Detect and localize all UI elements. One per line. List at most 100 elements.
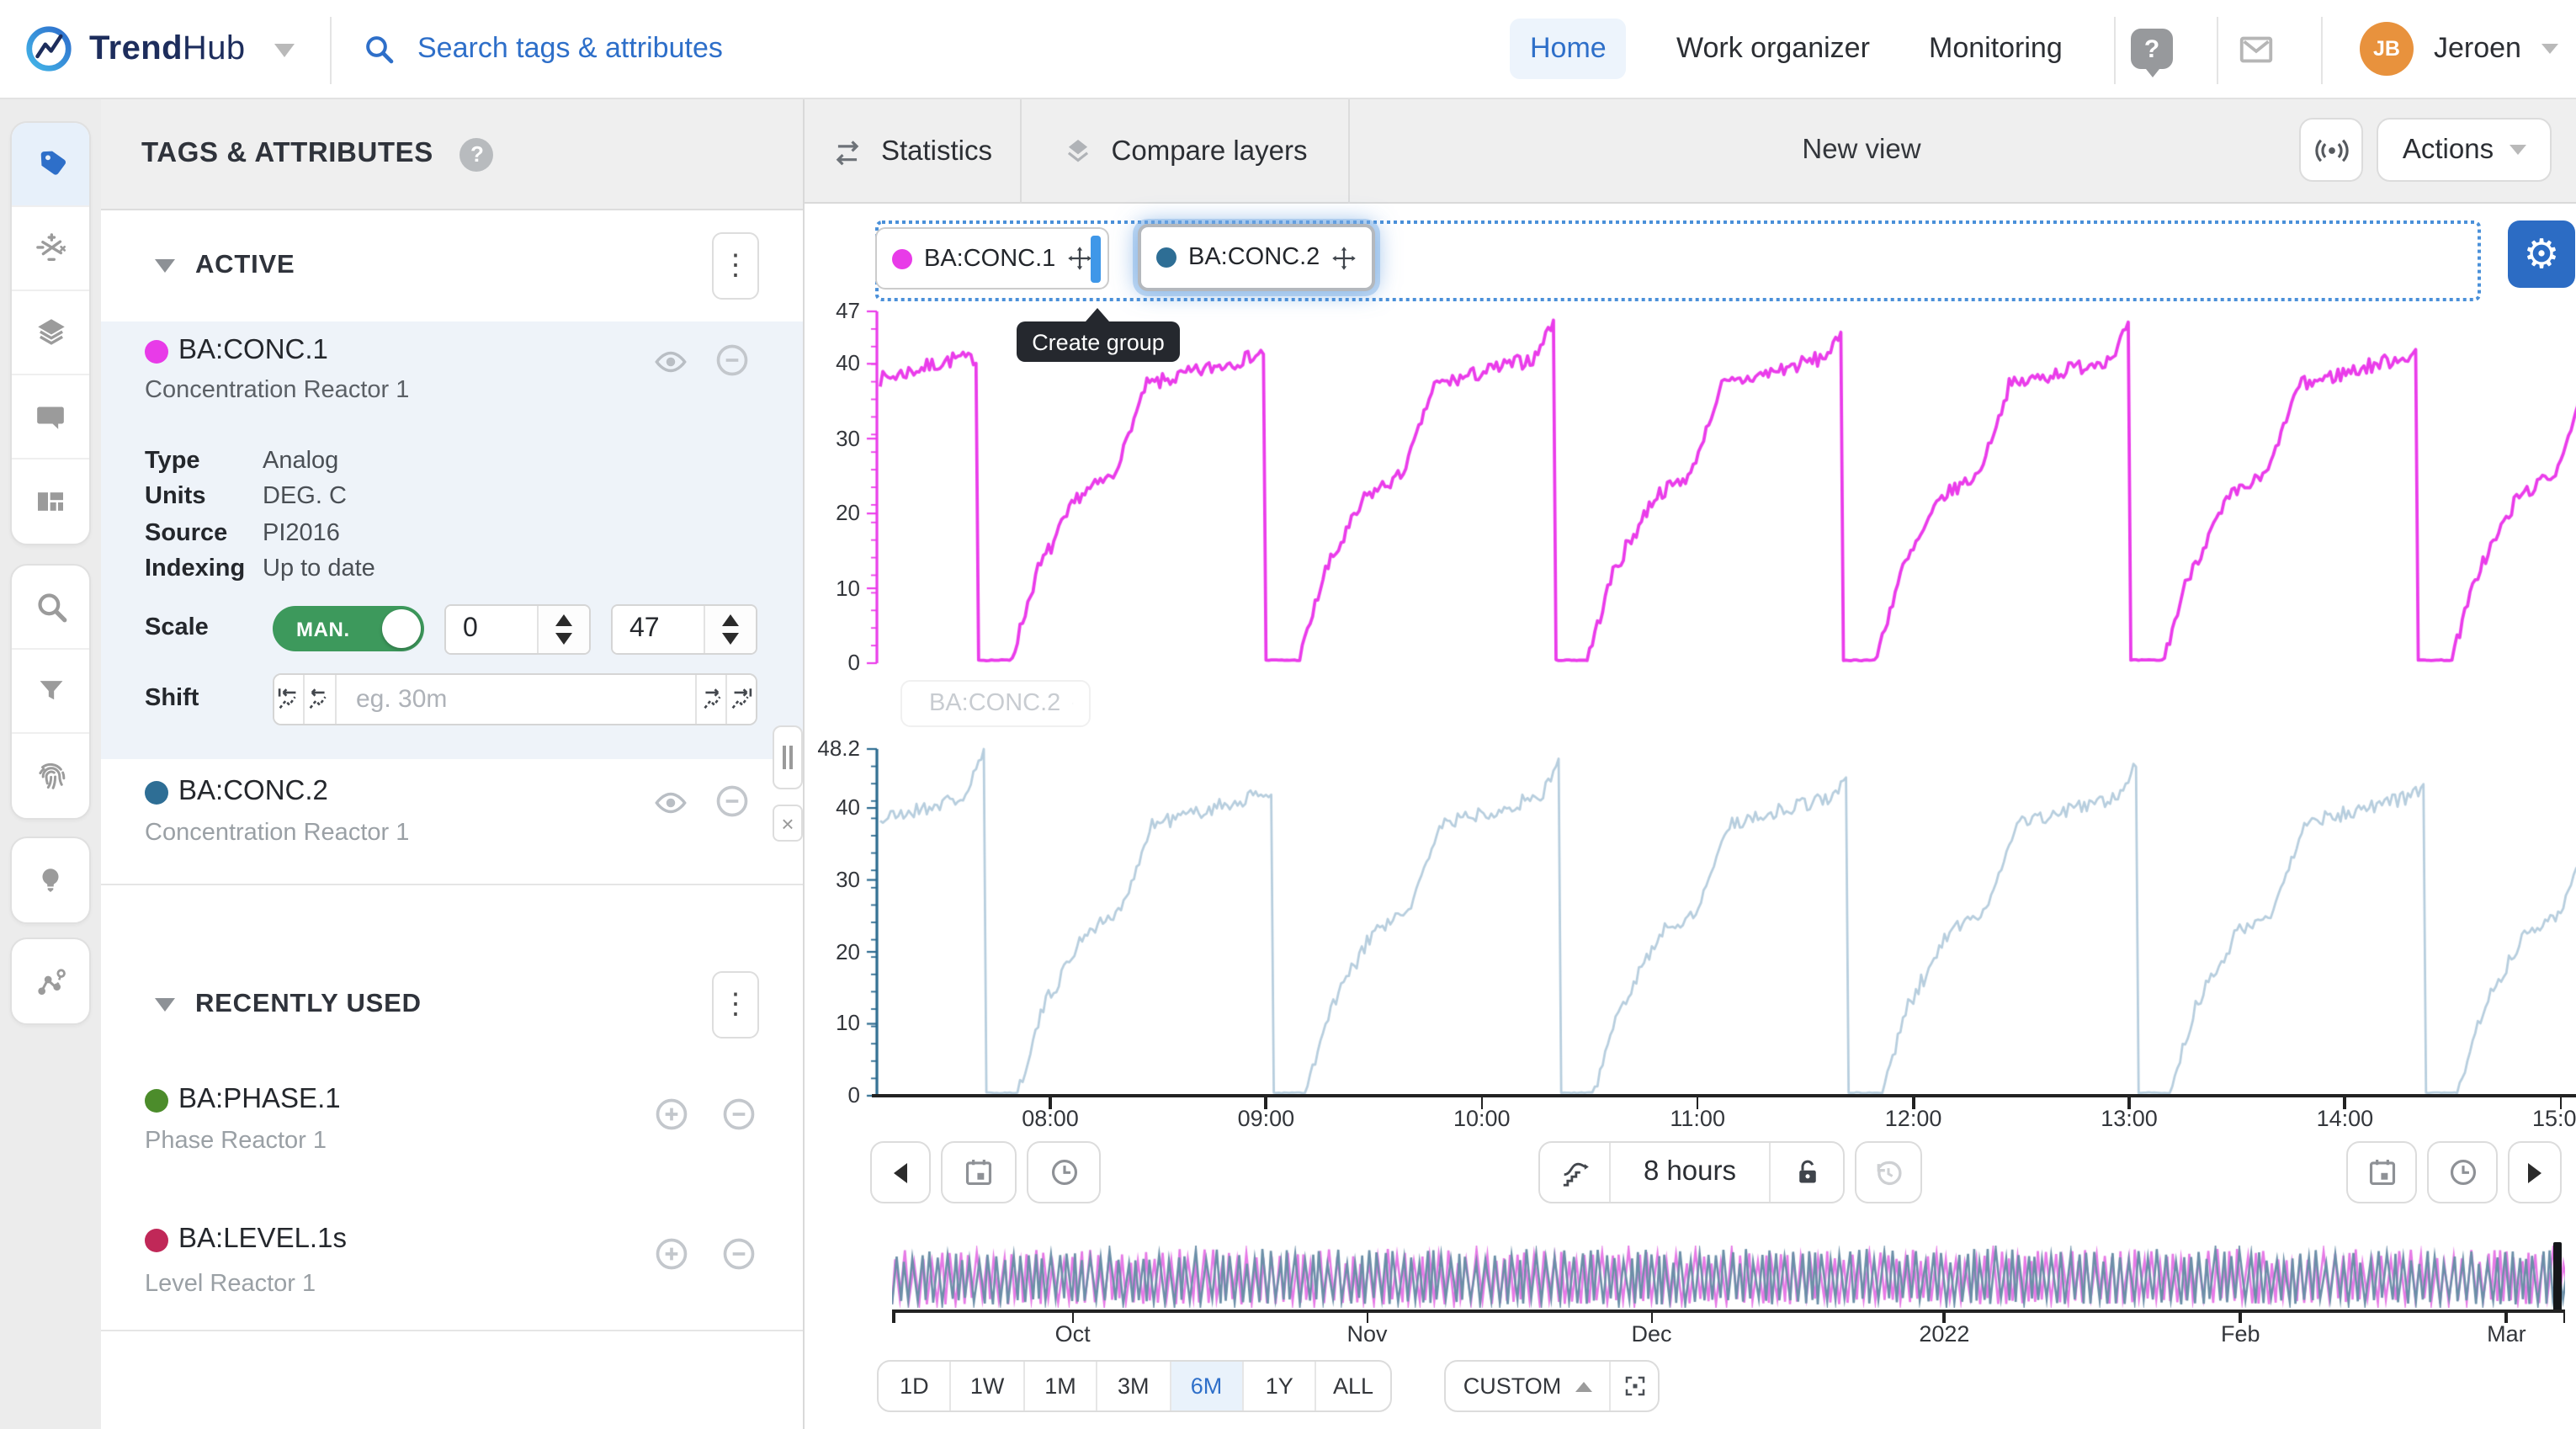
nav-work-organizer[interactable]: Work organizer bbox=[1656, 19, 1890, 79]
panel-help-icon[interactable]: ? bbox=[460, 137, 494, 171]
zoom-presets: 1D 1W 1M 3M 6M 1Y ALL bbox=[877, 1360, 1391, 1412]
remove-tag-icon[interactable] bbox=[714, 783, 751, 820]
preset-1m[interactable]: 1M bbox=[1025, 1362, 1098, 1410]
start-date-button[interactable] bbox=[941, 1141, 1017, 1203]
custom-range-button[interactable]: CUSTOM bbox=[1446, 1362, 1611, 1410]
trend-chart-conc2[interactable] bbox=[865, 746, 2576, 1099]
fit-icon bbox=[1622, 1373, 1647, 1399]
preset-1y[interactable]: 1Y bbox=[1244, 1362, 1317, 1410]
overview-window-handle[interactable] bbox=[2553, 1242, 2562, 1311]
panel-close-button[interactable]: × bbox=[773, 805, 803, 842]
app-logo[interactable]: TrendHub bbox=[24, 24, 246, 74]
shift-left-button[interactable] bbox=[305, 675, 337, 724]
help-icon[interactable]: ? bbox=[2131, 29, 2173, 69]
search-input[interactable] bbox=[414, 30, 969, 67]
preset-1d[interactable]: 1D bbox=[879, 1362, 952, 1410]
rail-item-fingerprint[interactable] bbox=[12, 734, 89, 818]
series-chip-conc2-dragging[interactable]: BA:CONC.2 bbox=[1138, 224, 1375, 291]
remove-tag-icon[interactable] bbox=[720, 1235, 757, 1272]
clock-icon bbox=[1048, 1156, 1080, 1188]
app-window: TrendHub Home Work organizer Monitoring … bbox=[0, 0, 2576, 1429]
step-up-icon[interactable] bbox=[555, 614, 572, 626]
group-drop-zone[interactable] bbox=[875, 220, 2481, 301]
remove-tag-icon[interactable] bbox=[720, 1096, 757, 1133]
rail-item-formulas[interactable] bbox=[12, 207, 89, 291]
rail-item-search[interactable] bbox=[12, 566, 89, 650]
statistics-button[interactable]: Statistics bbox=[805, 99, 1020, 204]
step-down-icon[interactable] bbox=[722, 633, 739, 645]
scale-max-input[interactable] bbox=[613, 606, 704, 653]
preset-all[interactable]: ALL bbox=[1317, 1362, 1390, 1410]
clock-icon bbox=[2446, 1156, 2478, 1188]
end-time-button[interactable] bbox=[2427, 1141, 2498, 1203]
preset-6m[interactable]: 6M bbox=[1171, 1362, 1244, 1410]
start-time-button[interactable] bbox=[1027, 1141, 1101, 1203]
scale-max-stepper bbox=[611, 604, 757, 655]
collapse-chevron-icon[interactable] bbox=[155, 998, 175, 1012]
move-icon[interactable] bbox=[1067, 246, 1092, 271]
duration-control: 8 hours bbox=[1538, 1141, 1845, 1203]
compare-layers-label: Compare layers bbox=[1112, 135, 1308, 167]
tag-card-phase1[interactable]: BA:PHASE.1 Phase Reactor 1 bbox=[101, 1050, 803, 1187]
tag-detail-row: SourcePI2016 bbox=[145, 518, 340, 549]
history-button[interactable] bbox=[1855, 1141, 1922, 1203]
section-active-header: ACTIVE bbox=[101, 210, 803, 321]
end-date-button[interactable] bbox=[2346, 1141, 2417, 1203]
scale-label: Scale bbox=[145, 614, 263, 641]
step-down-icon[interactable] bbox=[555, 633, 572, 645]
collapse-chevron-icon[interactable] bbox=[155, 259, 175, 273]
nav-monitoring[interactable]: Monitoring bbox=[1909, 19, 2083, 79]
compare-layers-button[interactable]: Compare layers bbox=[1022, 99, 1348, 204]
series-color-dot bbox=[1156, 247, 1176, 268]
preset-3m[interactable]: 3M bbox=[1097, 1362, 1171, 1410]
lock-duration-button[interactable] bbox=[1771, 1143, 1843, 1202]
rail-item-context[interactable] bbox=[12, 939, 89, 1023]
nav-home[interactable]: Home bbox=[1510, 19, 1627, 79]
month-axis-tick bbox=[892, 1313, 895, 1322]
stepper-arrows[interactable] bbox=[704, 606, 756, 653]
tag-card-conc2[interactable]: BA:CONC.2 Concentration Reactor 1 bbox=[101, 759, 803, 884]
rail-item-suggestions[interactable] bbox=[12, 838, 89, 922]
overview-strip[interactable] bbox=[892, 1246, 2565, 1308]
pan-right-button[interactable] bbox=[2508, 1141, 2562, 1203]
actions-button[interactable]: Actions bbox=[2377, 118, 2552, 182]
rail-item-dashboards[interactable] bbox=[12, 460, 89, 544]
rail-item-tags[interactable] bbox=[12, 123, 89, 207]
recent-section-menu-button[interactable]: ⋮ bbox=[712, 971, 759, 1039]
user-menu[interactable]: JB Jeroen bbox=[2360, 22, 2558, 76]
time-axis-tick-label: 11:00 bbox=[1647, 1106, 1748, 1131]
stepper-arrows[interactable] bbox=[537, 606, 589, 653]
add-tag-icon[interactable] bbox=[653, 1096, 690, 1133]
logo-chevron-down-icon[interactable] bbox=[274, 44, 295, 57]
rail-item-comments[interactable] bbox=[12, 375, 89, 460]
tag-card-conc1[interactable]: BA:CONC.1 Concentration Reactor 1 TypeAn… bbox=[101, 321, 803, 759]
pan-left-button[interactable] bbox=[870, 1141, 931, 1203]
chart-type-button[interactable] bbox=[1540, 1143, 1611, 1202]
messages-icon[interactable] bbox=[2237, 30, 2276, 77]
rail-item-filter[interactable] bbox=[12, 650, 89, 734]
step-up-icon[interactable] bbox=[722, 614, 739, 626]
tag-description: Phase Reactor 1 bbox=[145, 1128, 327, 1155]
scale-mode-toggle[interactable]: MAN. bbox=[273, 606, 424, 651]
scale-min-input[interactable] bbox=[446, 606, 537, 653]
panel-resize-handle[interactable] bbox=[773, 725, 803, 789]
chart-settings-button[interactable]: ⚙ bbox=[2508, 220, 2575, 288]
tag-card-level1[interactable]: BA:LEVEL.1s Level Reactor 1 bbox=[101, 1187, 803, 1330]
active-section-menu-button[interactable]: ⋮ bbox=[712, 232, 759, 300]
tag-description: Concentration Reactor 1 bbox=[145, 377, 409, 404]
preset-1w[interactable]: 1W bbox=[952, 1362, 1025, 1410]
series-chip-conc1[interactable]: BA:CONC.1 bbox=[875, 227, 1109, 290]
shift-right-button[interactable] bbox=[694, 675, 725, 724]
visibility-eye-icon[interactable] bbox=[653, 348, 688, 375]
remove-tag-icon[interactable] bbox=[714, 342, 751, 379]
shift-far-left-button[interactable] bbox=[274, 675, 305, 724]
move-icon[interactable] bbox=[1331, 245, 1357, 270]
live-broadcast-button[interactable] bbox=[2299, 118, 2363, 182]
visibility-eye-icon[interactable] bbox=[653, 789, 688, 816]
duration-value[interactable]: 8 hours bbox=[1611, 1143, 1771, 1202]
shift-far-right-button[interactable] bbox=[725, 675, 757, 724]
add-tag-icon[interactable] bbox=[653, 1235, 690, 1272]
shift-amount-input[interactable] bbox=[336, 675, 694, 724]
rail-item-layers[interactable] bbox=[12, 291, 89, 375]
fit-range-button[interactable] bbox=[1611, 1362, 1658, 1410]
